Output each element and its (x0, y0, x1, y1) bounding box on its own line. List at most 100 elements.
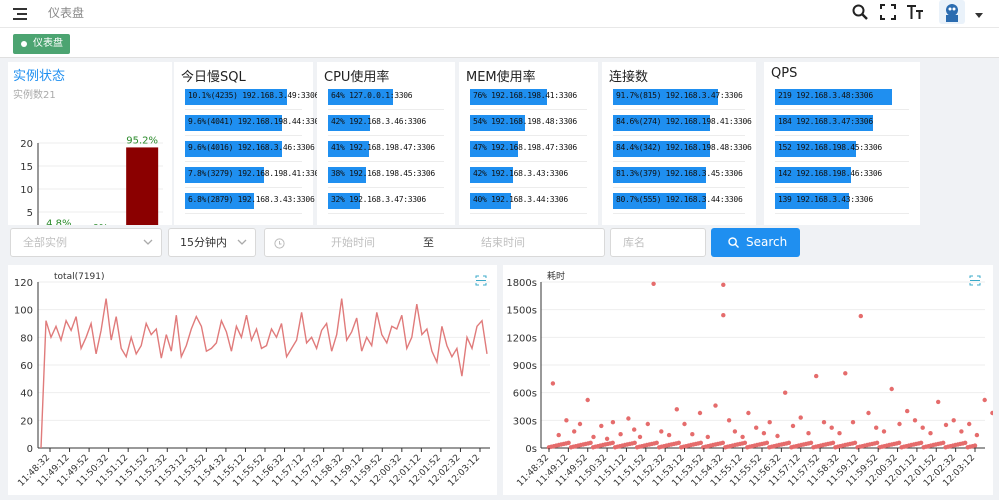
scatter-point (963, 440, 968, 445)
ranking-row[interactable]: 47% 192.168.198.47:3306 (470, 136, 587, 162)
ranking-row[interactable]: 42% 192.168.3.46:3306 (328, 110, 444, 136)
ranking-card: MEM使用率 76% 192.168.198.41:3306 54% 192.168… (459, 62, 598, 225)
avatar[interactable] (939, 0, 965, 24)
duration-scatter-chart-panel: 耗时 0s 300s 600s 900s 1200s 1500s 1800s 11:48:32 1… (503, 265, 995, 495)
ranking-row-text: 9.6%(4041) 192.168.198.44:3306 (188, 117, 324, 126)
scatter-point (564, 418, 569, 423)
time-range-value: 15分钟内 (180, 236, 227, 249)
zoom-restore-icon[interactable] (475, 275, 487, 286)
clock-icon (274, 238, 285, 249)
time-range-select[interactable]: 15分钟内 (168, 228, 256, 257)
ranking-row[interactable]: 84.6%(274) 192.168.198.41:3306 (613, 110, 752, 136)
scatter-point (783, 390, 788, 395)
menu-fold-icon[interactable] (13, 7, 29, 21)
scatter-point (572, 429, 577, 434)
breadcrumb: 仪表盘 (48, 6, 85, 20)
y-tick-label: 40 (20, 389, 33, 400)
y-tick-label: 900s (513, 361, 537, 372)
ranking-row[interactable]: 91.7%(815) 192.168.3.47:3306 (613, 84, 745, 110)
ranking-row-text: 10.1%(4235) 192.168.3.49:3306 (188, 91, 319, 100)
ranking-row[interactable]: 76% 192.168.198.41:3306 (470, 84, 587, 110)
search-button[interactable]: Search (711, 228, 800, 257)
ranking-row[interactable]: 9.6%(4041) 192.168.198.44:3306 (185, 110, 324, 136)
scatter-point (775, 433, 780, 439)
scatter-point (852, 440, 858, 445)
scatter-point (943, 422, 949, 428)
y-tick-label: 0s (525, 444, 537, 455)
ranking-row[interactable]: 219 192.168.3.48:3306 (775, 84, 909, 110)
scatter-point (951, 418, 956, 423)
scatter-point (889, 386, 894, 392)
ranking-row[interactable]: 139 192.168.3.43:3306 (775, 188, 909, 214)
y-tick-label: 1800s (506, 278, 537, 289)
ranking-row[interactable]: 32% 192.168.3.47:3306 (328, 188, 444, 214)
scatter-point (599, 423, 604, 429)
scatter-point (591, 434, 596, 440)
ranking-row-text: 219 192.168.3.48:3306 (778, 91, 873, 100)
font-size-icon[interactable] (906, 4, 924, 20)
ranking-card-title: MEM使用率 (466, 70, 536, 85)
ranking-row[interactable]: 80.7%(555) 192.168.3.44:3306 (613, 188, 745, 214)
ranking-row[interactable]: 84.4%(342) 192.168.198.48:3306 (613, 136, 752, 162)
ranking-row-text: 6.8%(2879) 192.168.3.43:3306 (188, 195, 315, 204)
start-time-input[interactable]: 开始时间 (331, 229, 375, 256)
scatter-point (972, 443, 978, 448)
zoom-restore-icon[interactable] (969, 275, 981, 286)
ranking-row-text: 9.6%(4016) 192.168.3.46:3306 (188, 143, 315, 152)
scatter-point (858, 313, 863, 319)
fullscreen-icon[interactable] (880, 4, 896, 20)
series-name: 耗时 (547, 270, 565, 282)
scatter-point (610, 420, 616, 425)
scatter-point (697, 410, 703, 416)
scatter-point (637, 434, 643, 440)
ranking-card: QPS 219 192.168.3.48:3306 184 192.168.3.47… (764, 62, 920, 225)
ranking-row[interactable]: 81.3%(379) 192.168.3.45:3306 (613, 162, 745, 188)
ranking-row-text: 38% 192.168.198.45:3306 (331, 169, 435, 178)
ranking-row[interactable]: 142 192.168.198.46:3306 (775, 162, 909, 188)
instance-select[interactable]: 全部实例 (10, 228, 162, 257)
ranking-row[interactable]: 9.6%(4016) 192.168.3.46:3306 (185, 136, 315, 162)
ranking-row-text: 41% 192.168.198.47:3306 (331, 143, 435, 152)
scatter-point (626, 416, 631, 421)
end-time-input[interactable]: 结束时间 (481, 229, 525, 256)
scatter-point (905, 408, 910, 414)
ranking-card-title: 连接数 (609, 70, 649, 85)
scatter-point (874, 440, 880, 445)
range-separator: 至 (423, 236, 434, 249)
scatter-point (740, 434, 745, 440)
scatter-point (874, 425, 879, 430)
scatter-point (808, 440, 814, 445)
scatter-point (912, 418, 918, 423)
search-icon (728, 237, 739, 248)
y-tick-label: 1500s (506, 306, 537, 317)
ranking-row[interactable]: 7.8%(3279) 192.168.198.41:3306 (185, 162, 324, 188)
ranking-row[interactable]: 6.8%(2879) 192.168.3.43:3306 (185, 188, 315, 214)
date-range-picker[interactable]: 开始时间 至 结束时间 (264, 228, 605, 257)
ranking-row[interactable]: 41% 192.168.198.47:3306 (328, 136, 444, 162)
scatter-point (721, 282, 726, 287)
ranking-row-text: 42% 192.168.3.43:3306 (473, 169, 568, 178)
ranking-row[interactable]: 42% 192.168.3.43:3306 (470, 162, 587, 188)
scatter-point (721, 313, 726, 318)
caret-down-icon[interactable] (975, 13, 983, 19)
scatter-point (814, 373, 819, 379)
total-line-chart: total(7191)02040608010012011:48:3211:49:… (14, 272, 490, 489)
ranking-row[interactable]: 10.1%(4235) 192.168.3.49:3306 (185, 84, 319, 110)
tab-dashboard[interactable]: 仪表盘 (13, 34, 70, 54)
search-icon[interactable] (852, 4, 868, 20)
ranking-row-text: 184 192.168.3.47:3306 (778, 117, 873, 126)
ranking-row[interactable]: 64% 127.0.0.1:3306 (328, 84, 444, 110)
scatter-point (982, 397, 987, 403)
scatter-point (786, 440, 792, 445)
scatter-point (850, 420, 856, 425)
scatter-point (666, 432, 672, 438)
status-bar-chart: 051015204.8%良好0%风险95.2%异常 (20, 135, 163, 225)
db-name-input[interactable]: 库名 (610, 228, 706, 257)
ranking-row-text: 42% 192.168.3.46:3306 (331, 117, 426, 126)
ranking-row[interactable]: 152 192.168.198.45:3306 (775, 136, 909, 162)
ranking-row-text: 7.8%(3279) 192.168.198.41:3306 (188, 169, 324, 178)
ranking-row[interactable]: 38% 192.168.198.45:3306 (328, 162, 444, 188)
ranking-row[interactable]: 40% 192.168.3.44:3306 (470, 188, 587, 214)
ranking-row[interactable]: 184 192.168.3.47:3306 (775, 110, 909, 136)
ranking-row[interactable]: 54% 192.168.198.48:3306 (470, 110, 587, 136)
